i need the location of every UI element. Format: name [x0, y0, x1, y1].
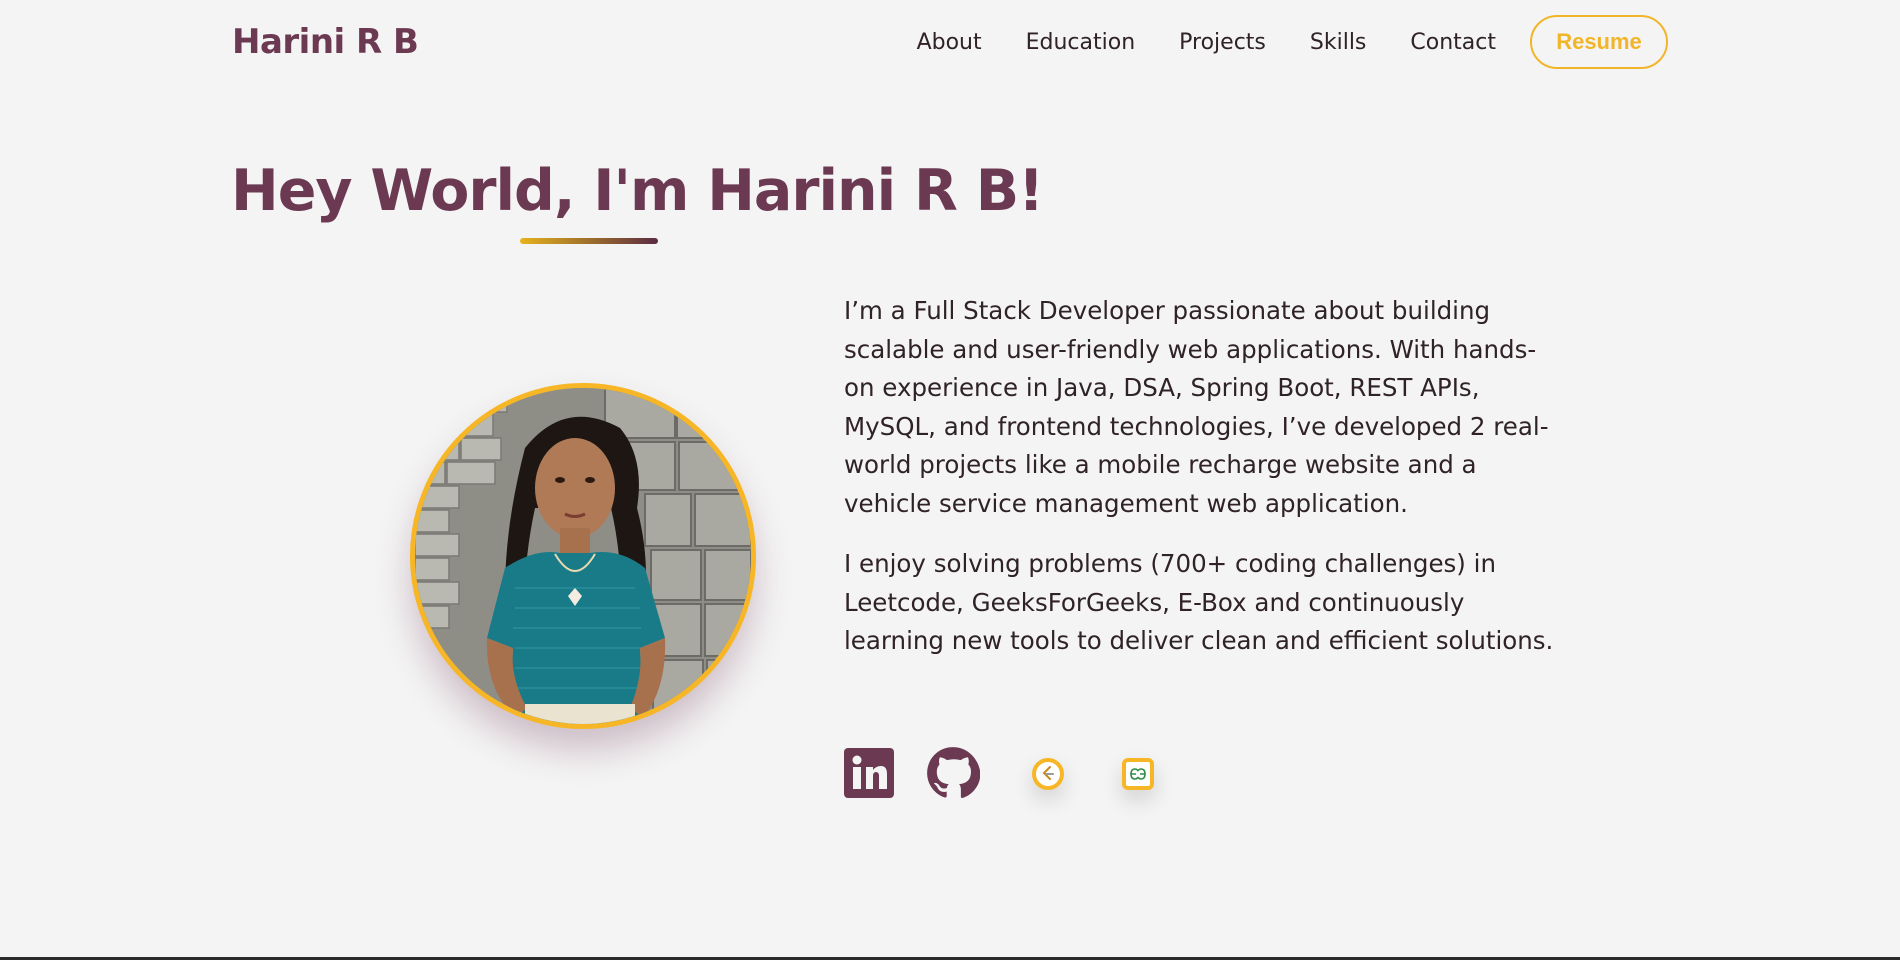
about-text: I’m a Full Stack Developer passionate ab… — [844, 292, 1564, 683]
nav-link-projects[interactable]: Projects — [1179, 30, 1266, 55]
profile-photo-illustration — [415, 388, 751, 724]
nav-link-about[interactable]: About — [917, 30, 982, 55]
linkedin-icon[interactable] — [844, 748, 894, 798]
resume-button[interactable]: Resume — [1530, 15, 1668, 69]
github-icon[interactable] — [926, 746, 981, 800]
nav-link-skills[interactable]: Skills — [1310, 30, 1367, 55]
hero-title: Hey World, I'm Harini R B! — [231, 158, 1044, 224]
profile-photo — [410, 383, 756, 729]
top-navbar: Harini R B About Education Projects Skil… — [232, 14, 1668, 70]
title-underline — [520, 238, 658, 244]
nav-links: About Education Projects Skills Contact … — [873, 15, 1668, 69]
nav-link-education[interactable]: Education — [1026, 30, 1136, 55]
brand-logo[interactable]: Harini R B — [232, 22, 419, 62]
portfolio-page: Harini R B About Education Projects Skil… — [0, 0, 1900, 960]
leetcode-icon[interactable] — [1032, 758, 1064, 790]
geeksforgeeks-icon[interactable] — [1122, 758, 1154, 790]
nav-link-contact[interactable]: Contact — [1410, 30, 1496, 55]
about-paragraph-problem-solving: I enjoy solving problems (700+ coding ch… — [844, 549, 1554, 655]
about-paragraph-intro: I’m a Full Stack Developer passionate ab… — [844, 296, 1549, 518]
social-links — [844, 744, 1184, 804]
